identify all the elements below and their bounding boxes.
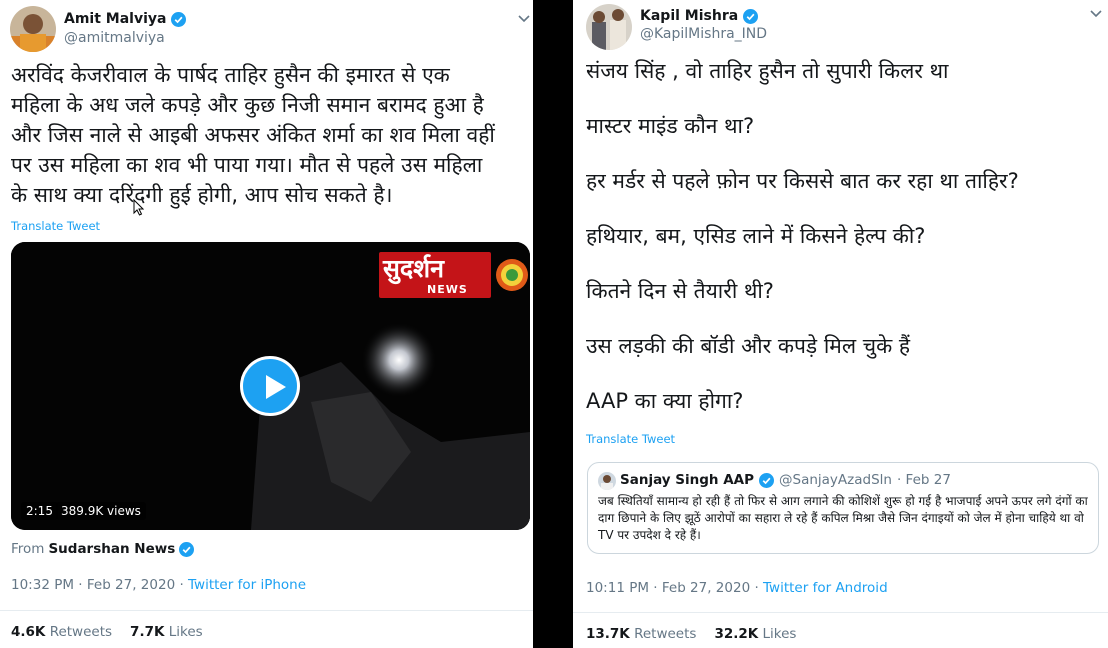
tweet-text-line: कितने दिन से तैयारी थी? (586, 279, 774, 303)
mouse-cursor-icon (133, 199, 144, 216)
avatar[interactable] (586, 4, 632, 50)
play-icon (266, 375, 286, 399)
quoted-author-handle: @SanjayAzadSln (779, 472, 892, 488)
tweet-timestamp: 10:32 PM · Feb 27, 2020 · Twitter for iP… (11, 577, 306, 593)
tweet-timestamp: 10:11 PM · Feb 27, 2020 · Twitter for An… (586, 580, 888, 596)
verified-badge-icon (179, 541, 195, 557)
tweet-text-line: पर उस महिला का शव भी पाया गया। मौत से पह… (11, 153, 483, 177)
chevron-down-icon[interactable] (517, 14, 531, 24)
tweet-text-line: मास्टर माइंड कौन था? (586, 114, 755, 138)
tweet-stats: 13.7K Retweets 32.2K Likes (586, 626, 796, 642)
avatar (598, 472, 616, 490)
retweets-stat[interactable]: 4.6K Retweets (11, 624, 112, 640)
likes-stat[interactable]: 7.7K Likes (130, 624, 203, 640)
translate-tweet-link[interactable]: Translate Tweet (11, 219, 100, 233)
avatar[interactable] (10, 6, 56, 52)
likes-stat[interactable]: 32.2K Likes (714, 626, 796, 642)
tweet-stats: 4.6K Retweets 7.7K Likes (11, 624, 203, 640)
play-button[interactable] (240, 356, 300, 416)
tweet-text-line: उस लड़की की बॉडी और कपड़े मिल चुके हैं (586, 334, 911, 358)
tweet-text-line: संजय सिंह , वो ताहिर हुसैन तो सुपारी किल… (586, 59, 949, 83)
video-source: From Sudarshan News (11, 541, 195, 557)
divider (573, 612, 1108, 613)
timestamp[interactable]: 10:11 PM · Feb 27, 2020 · (586, 580, 763, 596)
quoted-date: · Feb 27 (896, 472, 951, 488)
source-link[interactable]: Sudarshan News (48, 541, 175, 557)
author-name[interactable]: Kapil Mishra (640, 8, 738, 24)
tweet-text-line: अरविंद केजरीवाल के पार्षद ताहिर हुसैन की… (11, 63, 450, 87)
panel-divider (533, 0, 573, 648)
author-name[interactable]: Amit Malviya (64, 11, 166, 27)
quoted-text: जब स्थितियाँ सामान्य हो रही हैं तो फिर स… (598, 494, 1088, 542)
tweet-text-line: और जिस नाले से आइबी अफसर अंकित शर्मा का … (11, 123, 495, 147)
divider (0, 610, 533, 611)
chevron-down-icon[interactable] (1089, 9, 1103, 19)
client-link[interactable]: Twitter for Android (763, 580, 888, 596)
tweet-text-line: हथियार, बम, एसिड लाने में किसने हेल्प की… (586, 224, 926, 248)
tweet-kapil-mishra: Kapil Mishra @KapilMishra_IND संजय सिंह … (573, 0, 1108, 648)
video-duration: 2:15 (21, 502, 58, 520)
tweet-text-line: AAP का क्या होगा? (586, 389, 744, 413)
quoted-author-name: Sanjay Singh AAP (620, 472, 754, 488)
verified-badge-icon (743, 8, 759, 24)
author-handle[interactable]: @KapilMishra_IND (640, 26, 767, 42)
sudarshan-logo-icon: सुदर्शन NEWS (379, 252, 491, 298)
video-views: 389.9K views (56, 502, 146, 520)
quoted-tweet-header: Sanjay Singh AAP @SanjayAzadSln · Feb 27 (620, 472, 951, 488)
retweets-stat[interactable]: 13.7K Retweets (586, 626, 696, 642)
client-link[interactable]: Twitter for iPhone (188, 577, 306, 593)
author-handle[interactable]: @amitmalviya (64, 30, 165, 46)
tweet-amit-malviya: Amit Malviya @amitmalviya अरविंद केजरीवा… (0, 0, 533, 648)
quoted-tweet[interactable]: Sanjay Singh AAP @SanjayAzadSln · Feb 27… (587, 462, 1099, 554)
tweet-text-line: के साथ क्या दरिंदगी हुई होगी, आप सोच सकत… (11, 183, 393, 207)
from-label: From (11, 541, 45, 557)
tweet-text-line: हर मर्डर से पहले फ़ोन पर किससे बात कर रह… (586, 169, 1019, 193)
tweet-text-line: महिला के अध जले कपड़े और कुछ निजी समान ब… (11, 93, 484, 117)
translate-tweet-link[interactable]: Translate Tweet (586, 432, 675, 446)
verified-badge-icon (759, 472, 774, 488)
tweet-text: अरविंद केजरीवाल के पार्षद ताहिर हुसैन की… (11, 60, 531, 210)
sudarshan-chakra-icon (496, 259, 528, 291)
timestamp[interactable]: 10:32 PM · Feb 27, 2020 · (11, 577, 188, 593)
verified-badge-icon (171, 11, 187, 27)
tweet-text: संजय सिंह , वो ताहिर हुसैन तो सुपारी किल… (586, 56, 1101, 416)
video-player[interactable]: सुदर्शन NEWS 2:15 389.9K views (11, 242, 530, 530)
